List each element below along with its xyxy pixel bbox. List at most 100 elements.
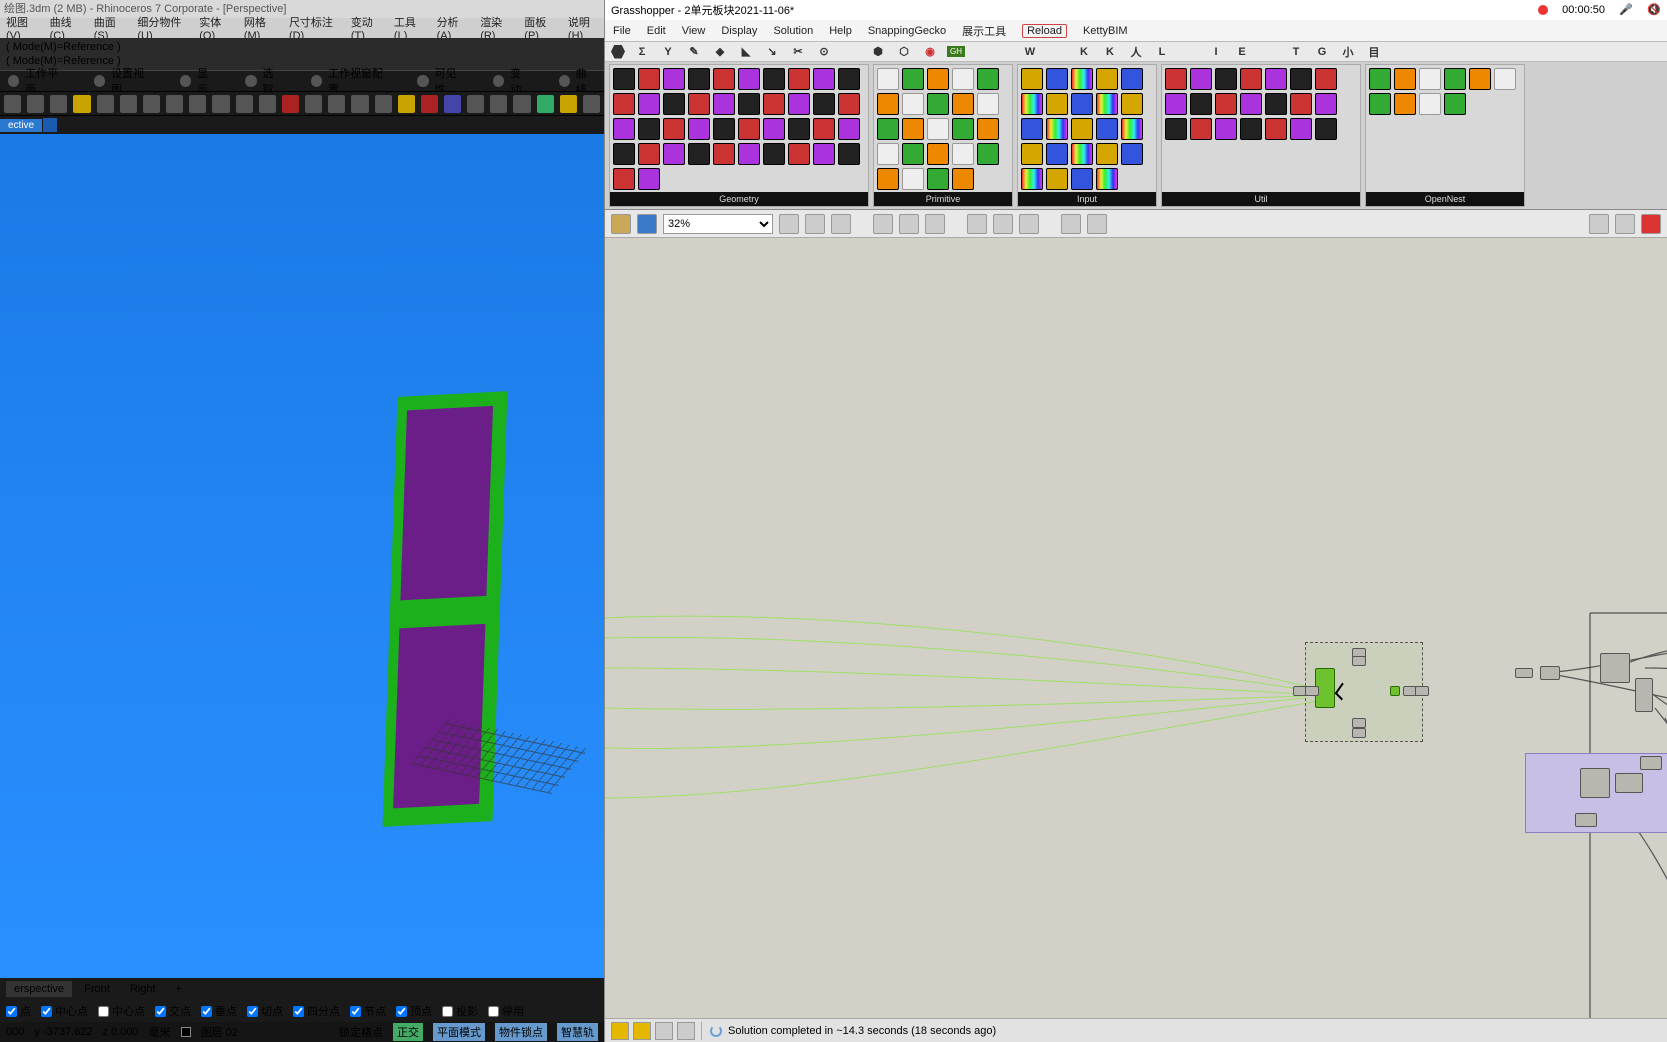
component-icon[interactable] bbox=[1096, 168, 1118, 190]
tab-letter[interactable]: I bbox=[1207, 44, 1225, 60]
tool-icon[interactable] bbox=[97, 95, 114, 113]
component-icon[interactable] bbox=[713, 143, 735, 165]
osnap-item[interactable]: 投影 bbox=[442, 1003, 478, 1019]
component-icon[interactable] bbox=[813, 68, 835, 90]
tab-letter[interactable]: K bbox=[1075, 44, 1093, 60]
component-icon[interactable] bbox=[1096, 143, 1118, 165]
component-icon[interactable] bbox=[1444, 93, 1466, 115]
component-icon[interactable] bbox=[1265, 68, 1287, 90]
component-icon[interactable] bbox=[713, 93, 735, 115]
component-icon[interactable] bbox=[1071, 68, 1093, 90]
component[interactable] bbox=[1515, 668, 1533, 678]
rhino-menubar[interactable]: 视图(V) 曲线(C) 曲面(S) 细分物件(U) 实体(O) 网格(M) 尺寸… bbox=[0, 18, 604, 38]
vtab-add[interactable]: + bbox=[168, 981, 190, 997]
component-icon[interactable] bbox=[1190, 93, 1212, 115]
open-icon[interactable] bbox=[611, 214, 631, 234]
component-icon[interactable] bbox=[688, 93, 710, 115]
vtab[interactable]: erspective bbox=[6, 981, 72, 997]
disable-icon[interactable] bbox=[967, 214, 987, 234]
component[interactable] bbox=[1600, 653, 1630, 683]
tool-icon[interactable] bbox=[143, 95, 160, 113]
component-icon[interactable] bbox=[927, 68, 949, 90]
zoom-select[interactable]: 32% bbox=[663, 214, 773, 234]
status-layer[interactable]: 图层 02 bbox=[201, 1024, 238, 1040]
component[interactable] bbox=[1635, 678, 1653, 712]
gh-canvas[interactable]: 公立柱 母立柱 上横梁 下横梁 bbox=[605, 238, 1667, 1018]
component-icon[interactable] bbox=[813, 118, 835, 140]
component-icon[interactable] bbox=[1165, 118, 1187, 140]
wire-icon[interactable] bbox=[1615, 214, 1635, 234]
component-icon[interactable] bbox=[877, 93, 899, 115]
status-toggle[interactable]: 锁定格点 bbox=[339, 1024, 383, 1040]
viewport-bottom-tabs[interactable]: erspective Front Right + bbox=[0, 978, 604, 1000]
tool-icon[interactable] bbox=[212, 95, 229, 113]
menu-item[interactable]: File bbox=[613, 25, 631, 37]
component-icon[interactable] bbox=[1369, 68, 1391, 90]
component-icon[interactable] bbox=[1121, 143, 1143, 165]
canvas-toolbar[interactable]: 32% bbox=[605, 210, 1667, 238]
component-icon[interactable] bbox=[1494, 68, 1516, 90]
warn-icon[interactable] bbox=[611, 1022, 629, 1040]
shelf-group-geometry[interactable]: Geometry bbox=[609, 64, 869, 207]
tool-icon[interactable] bbox=[328, 95, 345, 113]
shelf-group-input[interactable]: Input bbox=[1017, 64, 1157, 207]
dont-draw-icon[interactable] bbox=[1641, 214, 1661, 234]
osnap-item[interactable]: 顶点 bbox=[396, 1003, 432, 1019]
component-icon[interactable] bbox=[838, 93, 860, 115]
component-icon[interactable] bbox=[1165, 93, 1187, 115]
component-icon[interactable] bbox=[1190, 68, 1212, 90]
align-handle[interactable] bbox=[1352, 728, 1366, 738]
component-icon[interactable] bbox=[688, 68, 710, 90]
component-icon[interactable] bbox=[1315, 93, 1337, 115]
component-icon[interactable] bbox=[1215, 118, 1237, 140]
component-icon[interactable] bbox=[1369, 93, 1391, 115]
component-icon[interactable] bbox=[1240, 68, 1262, 90]
tab-letter[interactable]: 小 bbox=[1339, 44, 1357, 60]
component-icon[interactable] bbox=[838, 68, 860, 90]
component-icon[interactable] bbox=[952, 168, 974, 190]
component-icon[interactable] bbox=[1394, 93, 1416, 115]
component-icon[interactable] bbox=[1096, 93, 1118, 115]
component-icon[interactable] bbox=[1046, 168, 1068, 190]
scribble-icon[interactable] bbox=[655, 1022, 673, 1040]
component-icon[interactable] bbox=[1240, 93, 1262, 115]
component-icon[interactable] bbox=[763, 93, 785, 115]
component-icon[interactable] bbox=[952, 118, 974, 140]
tool-icon[interactable] bbox=[513, 95, 530, 113]
tool-icon[interactable] bbox=[444, 95, 461, 113]
viewport-tab[interactable]: ective bbox=[0, 119, 42, 132]
tool-icon[interactable] bbox=[398, 95, 415, 113]
osnap-item[interactable]: 垂点 bbox=[201, 1003, 237, 1019]
component-icon[interactable] bbox=[688, 143, 710, 165]
tool-icon[interactable] bbox=[120, 95, 137, 113]
wireframe-icon[interactable] bbox=[831, 214, 851, 234]
component-icon[interactable] bbox=[1021, 118, 1043, 140]
component-icon[interactable] bbox=[902, 168, 924, 190]
component-icon[interactable] bbox=[638, 68, 660, 90]
tool-icon[interactable] bbox=[4, 95, 21, 113]
component-icon[interactable] bbox=[877, 168, 899, 190]
shaded-icon[interactable] bbox=[1589, 214, 1609, 234]
tool-icon[interactable] bbox=[537, 95, 554, 113]
gh-menubar[interactable]: File Edit View Display Solution Help Sna… bbox=[605, 20, 1667, 42]
component-icon[interactable] bbox=[638, 118, 660, 140]
component-icon[interactable] bbox=[1290, 93, 1312, 115]
menu-item[interactable]: View bbox=[682, 25, 706, 37]
menu-item[interactable]: 展示工具 bbox=[962, 23, 1006, 39]
component-icon[interactable] bbox=[663, 68, 685, 90]
component-icon[interactable] bbox=[1265, 93, 1287, 115]
component-icon[interactable] bbox=[927, 143, 949, 165]
tab-letter[interactable]: T bbox=[1287, 44, 1305, 60]
menu-item[interactable]: SnappingGecko bbox=[868, 25, 946, 37]
osnap-checkbox[interactable] bbox=[442, 1006, 453, 1017]
component[interactable] bbox=[1575, 813, 1597, 827]
component-icon[interactable] bbox=[1315, 68, 1337, 90]
shelf-group-opennest[interactable]: OpenNest bbox=[1365, 64, 1525, 207]
component-icon[interactable] bbox=[713, 118, 735, 140]
tool-icon[interactable] bbox=[189, 95, 206, 113]
save-icon[interactable] bbox=[637, 214, 657, 234]
mute-speaker-icon[interactable]: 🔇 bbox=[1647, 3, 1661, 17]
circle-icon[interactable] bbox=[1061, 214, 1081, 234]
status-toggle-planar[interactable]: 平面模式 bbox=[433, 1023, 485, 1041]
component-icon[interactable] bbox=[1419, 93, 1441, 115]
